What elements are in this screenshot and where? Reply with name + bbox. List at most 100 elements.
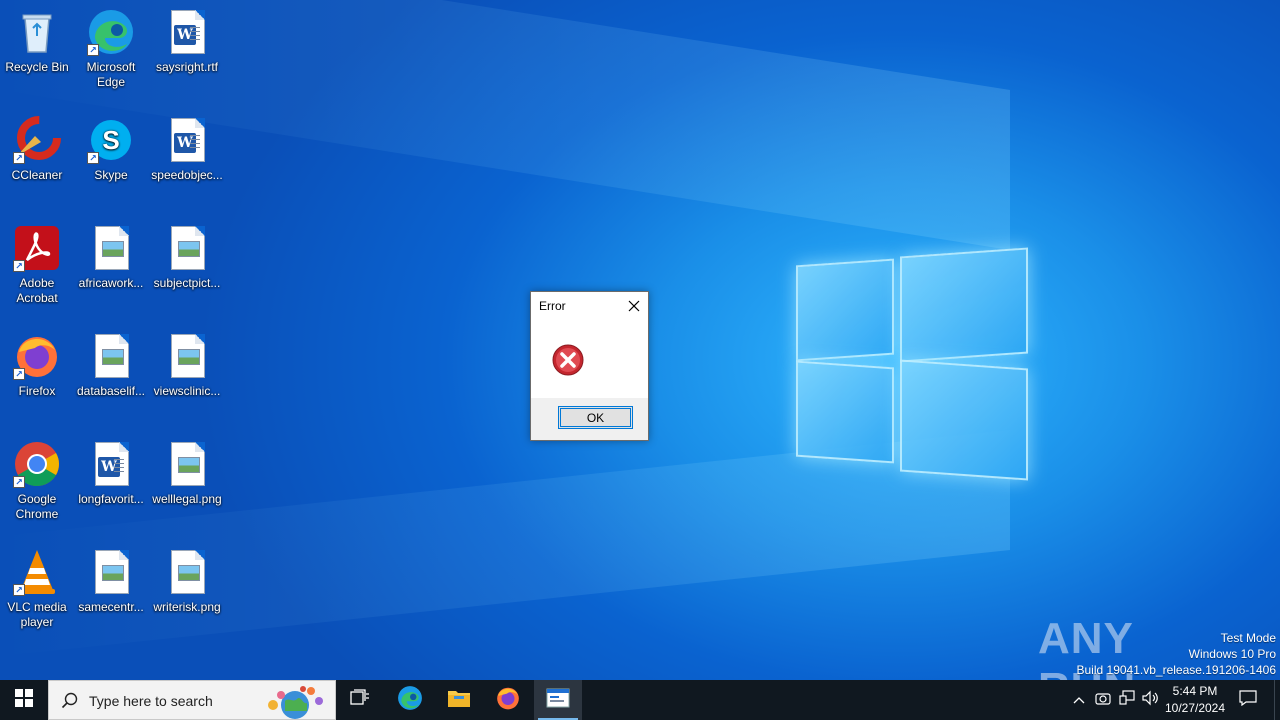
search-highlight-icon xyxy=(259,683,331,719)
icon-label: writerisk.png xyxy=(153,600,221,614)
word-document-icon: W xyxy=(163,8,211,56)
icon-label: VLC media player xyxy=(7,600,67,629)
tray-network[interactable] xyxy=(1116,680,1138,720)
taskbar-active-app[interactable] xyxy=(534,680,582,720)
image-file-icon xyxy=(163,440,211,488)
icon-label: saysright.rtf xyxy=(155,60,218,74)
chrome-icon: ↗ xyxy=(13,440,61,488)
os-test-mode: Test Mode xyxy=(1220,631,1276,645)
dialog-titlebar[interactable]: Error xyxy=(531,292,648,320)
desktop-icon-firefox[interactable]: ↗ Firefox xyxy=(0,332,74,399)
tray-meet-now[interactable] xyxy=(1092,680,1114,720)
icon-label: welllegal.png xyxy=(152,492,222,506)
folder-icon xyxy=(447,688,471,713)
action-center-button[interactable] xyxy=(1234,680,1262,720)
clock-time: 5:44 PM xyxy=(1172,684,1218,698)
svg-text:S: S xyxy=(102,125,119,155)
desktop-icon-viewsclinic[interactable]: viewsclinic... xyxy=(150,332,224,399)
application-window-icon xyxy=(546,688,570,713)
os-info: Test Mode Windows 10 Pro Build 19041.vb_… xyxy=(1077,630,1277,678)
tray-overflow-button[interactable] xyxy=(1068,680,1090,720)
os-build: Build 19041.vb_release.191206-1406 xyxy=(1076,663,1277,677)
error-dialog: Error OK xyxy=(530,291,649,441)
desktop-icon-africawork[interactable]: africawork... xyxy=(74,224,148,291)
icon-label: samecentr... xyxy=(78,600,144,614)
icon-label: CCleaner xyxy=(11,168,63,182)
vlc-icon: ↗ xyxy=(13,548,61,596)
windows-wallpaper-logo xyxy=(796,242,1028,481)
firefox-icon xyxy=(495,685,521,716)
desktop-icon-writerisk[interactable]: writerisk.png xyxy=(150,548,224,615)
search-icon xyxy=(61,692,79,710)
windows-start-icon xyxy=(15,688,33,712)
desktop-icon-skype[interactable]: S ↗ Skype xyxy=(74,116,148,183)
desktop-icon-longfavorit[interactable]: W longfavorit... xyxy=(74,440,148,507)
word-document-icon: W xyxy=(87,440,135,488)
image-file-icon xyxy=(87,332,135,380)
taskbar-file-explorer[interactable] xyxy=(435,680,483,720)
icon-label: databaselif... xyxy=(76,384,146,398)
search-placeholder: Type here to search xyxy=(89,693,213,709)
icon-label: Microsoft Edge xyxy=(86,60,136,89)
icon-label: longfavorit... xyxy=(78,492,144,506)
icon-label: viewsclinic... xyxy=(153,384,221,398)
network-icon xyxy=(1119,689,1135,711)
clock-date: 10/27/2024 xyxy=(1164,701,1226,715)
icon-label: Firefox xyxy=(18,384,56,398)
tray-volume[interactable] xyxy=(1140,680,1162,720)
task-view-button[interactable] xyxy=(336,680,384,720)
dialog-title: Error xyxy=(539,299,566,313)
desktop-icon-speedobjec[interactable]: W speedobjec... xyxy=(150,116,224,183)
icon-label: africawork... xyxy=(78,276,144,290)
firefox-icon: ↗ xyxy=(13,332,61,380)
taskbar-search-box[interactable]: Type here to search xyxy=(48,680,336,720)
camera-icon xyxy=(1095,691,1111,710)
icon-label: Adobe Acrobat xyxy=(16,276,58,305)
edge-icon: ↗ xyxy=(87,8,135,56)
os-edition: Windows 10 Pro xyxy=(1188,647,1276,661)
desktop-icon-recycle-bin[interactable]: Recycle Bin xyxy=(0,8,74,75)
chevron-up-icon xyxy=(1073,691,1085,709)
recycle-bin-icon xyxy=(13,8,61,56)
taskbar: Type here to search 5:44 PM 10/27/2024 xyxy=(0,680,1280,720)
desktop-icon-welllegal[interactable]: welllegal.png xyxy=(150,440,224,507)
acrobat-icon: ↗ xyxy=(13,224,61,272)
desktop: Recycle Bin ↗ CCleaner ↗ Adobe Acrobat ↗… xyxy=(0,0,1280,680)
icon-label: Recycle Bin xyxy=(5,60,69,74)
desktop-icon-google-chrome[interactable]: ↗ Google Chrome xyxy=(0,440,74,522)
desktop-icon-subjectpict[interactable]: subjectpict... xyxy=(150,224,224,291)
close-icon[interactable] xyxy=(626,298,642,314)
image-file-icon xyxy=(163,332,211,380)
task-view-icon xyxy=(350,688,370,712)
edge-icon xyxy=(397,685,423,716)
desktop-icon-microsoft-edge[interactable]: ↗ Microsoft Edge xyxy=(74,8,148,90)
desktop-icon-vlc[interactable]: ↗ VLC media player xyxy=(0,548,74,630)
desktop-icon-ccleaner[interactable]: ↗ CCleaner xyxy=(0,116,74,183)
error-icon xyxy=(552,344,584,376)
desktop-icon-samecentr[interactable]: samecentr... xyxy=(74,548,148,615)
icon-label: speedobjec... xyxy=(151,168,223,182)
icon-label: Skype xyxy=(94,168,128,182)
word-document-icon: W xyxy=(163,116,211,164)
image-file-icon xyxy=(87,548,135,596)
taskbar-clock[interactable]: 5:44 PM 10/27/2024 xyxy=(1162,683,1228,717)
taskbar-edge[interactable] xyxy=(386,680,434,720)
desktop-icon-saysright[interactable]: W saysright.rtf xyxy=(150,8,224,75)
dialog-content xyxy=(531,320,648,400)
image-file-icon xyxy=(87,224,135,272)
icon-label: Google Chrome xyxy=(15,492,59,521)
notification-icon xyxy=(1239,689,1257,711)
taskbar-firefox[interactable] xyxy=(484,680,532,720)
dialog-footer: OK xyxy=(531,398,648,440)
skype-icon: S ↗ xyxy=(87,116,135,164)
image-file-icon xyxy=(163,548,211,596)
icon-label: subjectpict... xyxy=(153,276,221,290)
ok-button[interactable]: OK xyxy=(558,406,633,429)
desktop-icon-adobe-acrobat[interactable]: ↗ Adobe Acrobat xyxy=(0,224,74,306)
ccleaner-icon: ↗ xyxy=(13,116,61,164)
show-desktop-button[interactable] xyxy=(1274,680,1280,720)
desktop-icon-databaselif[interactable]: databaselif... xyxy=(74,332,148,399)
speaker-icon xyxy=(1142,690,1160,711)
start-button[interactable] xyxy=(0,680,48,720)
image-file-icon xyxy=(163,224,211,272)
